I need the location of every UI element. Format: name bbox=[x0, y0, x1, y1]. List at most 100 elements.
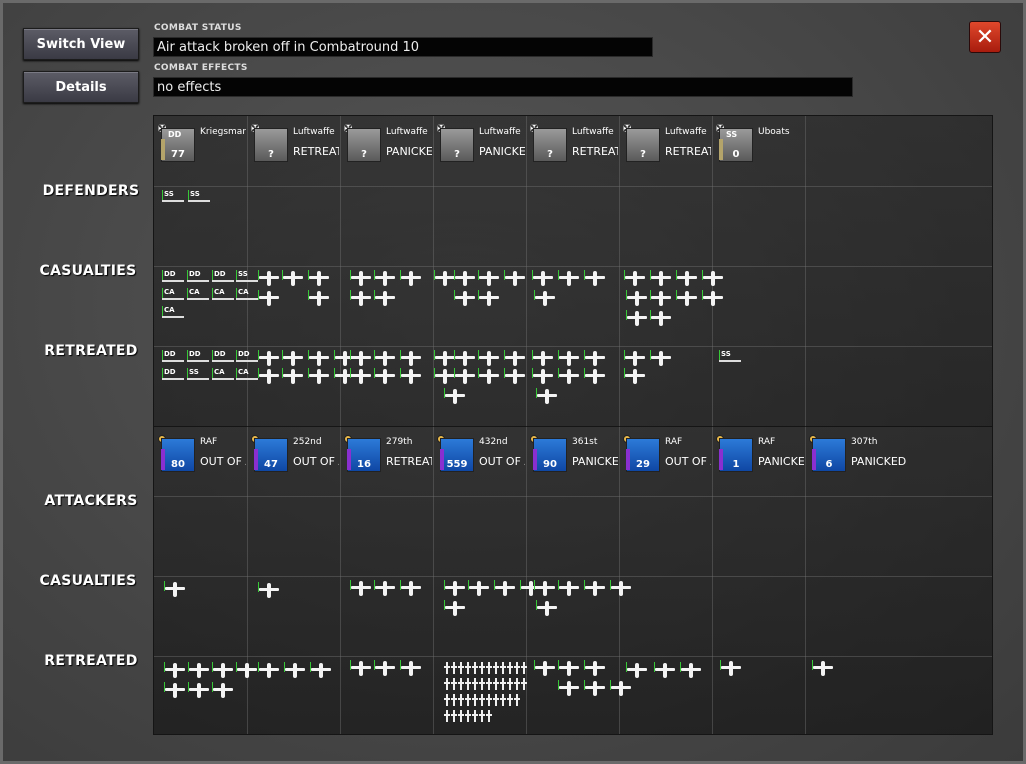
plane-icon bbox=[479, 678, 485, 690]
unit-count: 29 bbox=[636, 459, 650, 470]
unit-nation: 307th bbox=[851, 437, 878, 447]
plane-icon bbox=[478, 368, 500, 386]
plane-icon bbox=[374, 368, 396, 386]
ship-icon: DD bbox=[162, 350, 184, 364]
plane-icon bbox=[486, 694, 492, 706]
plane-icon bbox=[458, 662, 464, 674]
plane-icon bbox=[454, 270, 476, 288]
ship-icon: SS bbox=[188, 190, 210, 204]
plane-icon bbox=[676, 270, 698, 288]
plane-icon bbox=[374, 350, 396, 368]
plane-icon bbox=[444, 600, 466, 618]
plane-icon bbox=[812, 660, 834, 678]
plane-icon bbox=[680, 662, 702, 680]
plane-icon bbox=[465, 662, 471, 674]
unit-nation: Luftwaffe bbox=[572, 127, 614, 137]
plane-icon bbox=[350, 660, 372, 678]
unit-nation: Kriegsmarine bbox=[200, 127, 246, 137]
plane-icon bbox=[258, 290, 280, 308]
unit-status: PANICKED bbox=[851, 455, 907, 468]
unit-nation: 279th bbox=[386, 437, 413, 447]
plane-icon bbox=[465, 710, 471, 722]
plane-icon bbox=[454, 368, 476, 386]
plane-icon bbox=[444, 388, 466, 406]
ship-icon: CA bbox=[212, 288, 234, 302]
plane-icon bbox=[584, 350, 606, 368]
plane-icon bbox=[534, 660, 556, 678]
plane-icon bbox=[212, 682, 234, 700]
nation-strip bbox=[719, 449, 723, 470]
plane-icon bbox=[507, 678, 513, 690]
row-label-defenders: DEFENDERS bbox=[42, 183, 140, 199]
plane-icon bbox=[434, 350, 456, 368]
plane-icon bbox=[478, 350, 500, 368]
unit-status: RETREATED bbox=[665, 145, 711, 158]
plane-icon bbox=[188, 682, 210, 700]
switch-view-button[interactable]: Switch View bbox=[23, 28, 139, 60]
plane-icon bbox=[472, 694, 478, 706]
plane-icon bbox=[258, 582, 280, 600]
plane-icon bbox=[479, 710, 485, 722]
grid-line bbox=[154, 576, 992, 577]
plane-icon bbox=[350, 270, 372, 288]
unit-nation: 361st bbox=[572, 437, 598, 447]
ship-icon: DD bbox=[236, 350, 258, 364]
grid-line bbox=[433, 116, 434, 734]
plane-icon bbox=[521, 678, 527, 690]
plane-icon bbox=[532, 368, 554, 386]
row-label-attacker-retreated: RETREATED bbox=[44, 653, 138, 669]
plane-icon bbox=[465, 694, 471, 706]
ship-icon: SS bbox=[162, 190, 184, 204]
plane-icon bbox=[374, 290, 396, 308]
plane-icon bbox=[472, 678, 478, 690]
plane-icon bbox=[702, 290, 724, 308]
row-label-attacker-casualties: CASUALTIES bbox=[39, 573, 137, 589]
plane-icon bbox=[212, 662, 234, 680]
unit-counter: 90 bbox=[530, 435, 567, 472]
plane-icon bbox=[478, 290, 500, 308]
plane-icon bbox=[504, 368, 526, 386]
plane-icon bbox=[188, 662, 210, 680]
nation-strip bbox=[812, 449, 816, 470]
ship-icon: CA bbox=[236, 288, 258, 302]
plane-icon bbox=[458, 678, 464, 690]
plane-icon bbox=[650, 350, 672, 368]
unit-nation: RAF bbox=[200, 437, 218, 447]
close-button[interactable]: ✕ bbox=[969, 21, 1001, 53]
unit-counter: 559 bbox=[437, 435, 474, 472]
plane-icon bbox=[400, 368, 422, 386]
details-button[interactable]: Details bbox=[23, 71, 139, 103]
row-label-attackers: ATTACKERS bbox=[44, 493, 138, 509]
unit-nation: Luftwaffe bbox=[479, 127, 521, 137]
plane-icon bbox=[558, 580, 580, 598]
plane-icon bbox=[350, 580, 372, 598]
plane-icon bbox=[500, 662, 506, 674]
unit-counter: ✠ SS0 bbox=[716, 125, 753, 162]
unit-counter: ✠ ? bbox=[251, 125, 288, 162]
plane-icon bbox=[400, 660, 422, 678]
unit-nation: Luftwaffe bbox=[293, 127, 335, 137]
row-label-defender-retreated: RETREATED bbox=[44, 343, 138, 359]
plane-icon bbox=[514, 662, 520, 674]
plane-icon bbox=[454, 290, 476, 308]
unit-counter: 47 bbox=[251, 435, 288, 472]
unit-status: RETREATED bbox=[572, 145, 618, 158]
ship-icon: DD bbox=[187, 350, 209, 364]
ship-icon: DD bbox=[187, 270, 209, 284]
unit-count: ? bbox=[640, 149, 646, 160]
ship-icon: DD bbox=[212, 350, 234, 364]
plane-icon bbox=[558, 270, 580, 288]
unit-counter: 29 bbox=[623, 435, 660, 472]
unit-nation: Luftwaffe bbox=[665, 127, 707, 137]
plane-icon bbox=[650, 270, 672, 288]
unit-status: PANICKED bbox=[758, 455, 804, 468]
plane-icon bbox=[702, 270, 724, 288]
plane-icon bbox=[650, 290, 672, 308]
plane-icon bbox=[310, 662, 332, 680]
plane-icon bbox=[434, 368, 456, 386]
nation-strip bbox=[719, 139, 723, 160]
plane-icon bbox=[610, 680, 632, 698]
combat-grid: ✠ DD77 Kriegsmarine ✠ ? Luftwaffe RETREA… bbox=[153, 115, 993, 735]
plane-icon bbox=[444, 710, 450, 722]
plane-icon bbox=[626, 290, 648, 308]
